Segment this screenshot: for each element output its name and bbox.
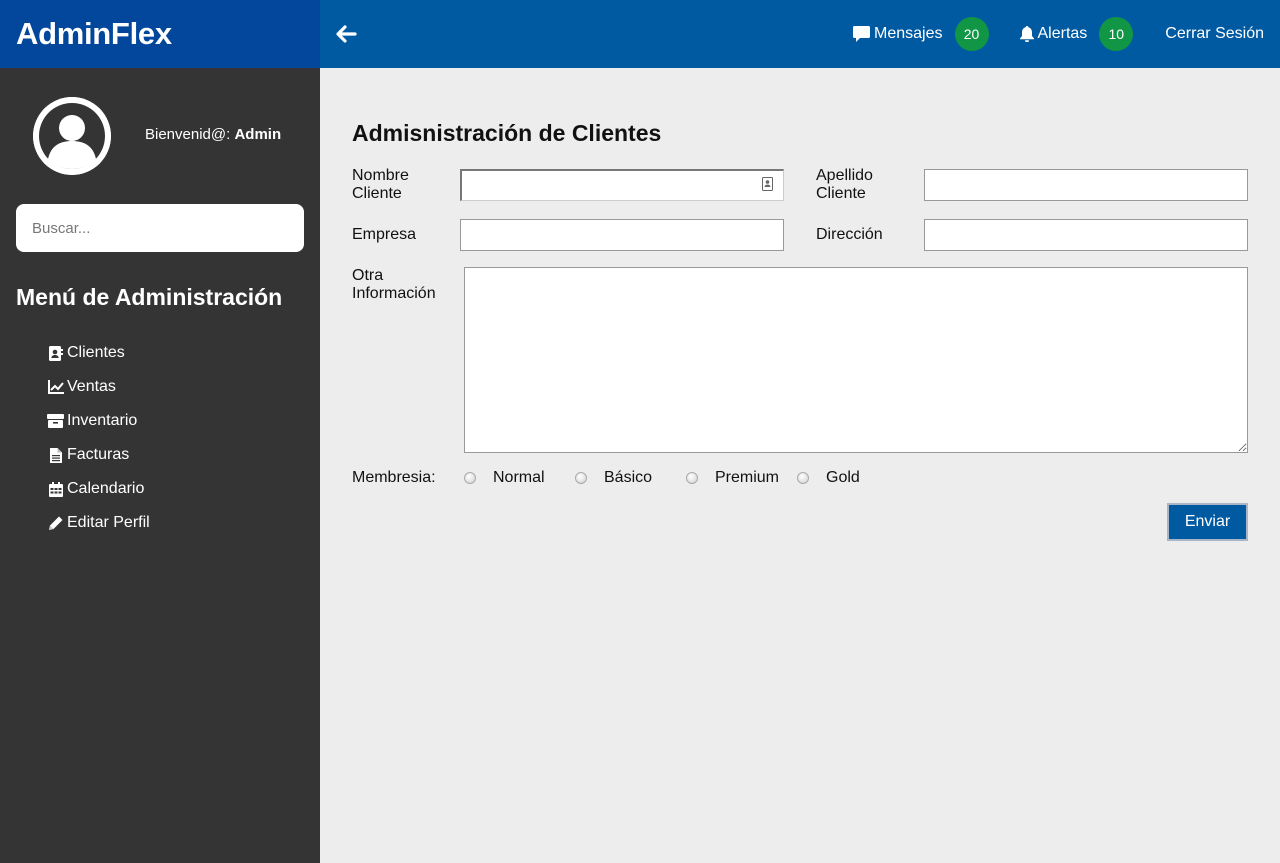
otra-label-line-1: Otra bbox=[352, 267, 384, 284]
profile-section: Bienvenid@: Admin bbox=[0, 68, 320, 186]
topbar: Mensajes 20 Alertas 10 Cerrar Sesión bbox=[320, 0, 1280, 68]
page-title: Admisnistración de Clientes bbox=[352, 120, 662, 146]
welcome-username: Admin bbox=[234, 126, 282, 143]
user-avatar-icon bbox=[33, 97, 111, 175]
otra-label-line-2: Información bbox=[352, 285, 436, 302]
menu-item-calendario[interactable]: Calendario bbox=[47, 472, 150, 506]
menu-item-label: Facturas bbox=[67, 446, 130, 463]
menu-item-label: Calendario bbox=[67, 480, 145, 497]
radio-label: Premium bbox=[715, 469, 780, 486]
contact-card-icon[interactable] bbox=[762, 177, 773, 191]
direccion-input[interactable] bbox=[924, 219, 1248, 251]
radio-normal[interactable]: Normal bbox=[464, 469, 545, 487]
menu-item-label: Clientes bbox=[67, 344, 125, 361]
chart-line-icon bbox=[47, 379, 64, 395]
apellido-label-line-2: Cliente bbox=[816, 185, 866, 202]
empresa-input[interactable] bbox=[460, 219, 784, 251]
radio-button[interactable] bbox=[575, 472, 587, 484]
alerts-count-badge: 10 bbox=[1099, 17, 1134, 51]
radio-label: Normal bbox=[493, 469, 545, 486]
avatar bbox=[33, 97, 111, 175]
comment-icon bbox=[853, 26, 871, 42]
admin-menu: Clientes Ventas Inventario Facturas Cale… bbox=[47, 336, 150, 540]
radio-premium[interactable]: Premium bbox=[686, 469, 779, 487]
sidebar: AdminFlex Bienvenid@: Admin Menú de Admi… bbox=[0, 0, 320, 863]
apellido-cliente-label: Apellido Cliente bbox=[816, 167, 873, 203]
radio-label: Gold bbox=[826, 469, 860, 486]
menu-item-label: Ventas bbox=[67, 378, 116, 395]
nombre-cliente-input[interactable] bbox=[460, 169, 784, 201]
otra-informacion-textarea[interactable] bbox=[464, 267, 1248, 453]
topbar-actions: Mensajes 20 Alertas 10 Cerrar Sesión bbox=[853, 0, 1264, 68]
welcome-text: Bienvenid@: Admin bbox=[145, 126, 281, 143]
welcome-greeting: Bienvenid@: bbox=[145, 126, 231, 143]
file-icon bbox=[47, 447, 64, 463]
logout-label: Cerrar Sesión bbox=[1165, 25, 1264, 42]
menu-title: Menú de Administración bbox=[16, 284, 283, 310]
radio-gold[interactable]: Gold bbox=[797, 469, 860, 487]
empresa-label: Empresa bbox=[352, 226, 417, 243]
brand-header: AdminFlex bbox=[0, 0, 320, 68]
box-icon bbox=[47, 413, 64, 429]
calendar-icon bbox=[47, 481, 64, 497]
radio-label: Básico bbox=[604, 469, 653, 486]
nombre-label-line-1: Nombre bbox=[352, 167, 409, 184]
menu-item-label: Inventario bbox=[67, 412, 138, 429]
radio-basico[interactable]: Básico bbox=[575, 469, 652, 487]
menu-item-facturas[interactable]: Facturas bbox=[47, 438, 150, 472]
radio-button[interactable] bbox=[464, 472, 476, 484]
radio-button[interactable] bbox=[686, 472, 698, 484]
nombre-cliente-label: Nombre Cliente bbox=[352, 167, 409, 203]
menu-item-ventas[interactable]: Ventas bbox=[47, 370, 150, 404]
menu-item-inventario[interactable]: Inventario bbox=[47, 404, 150, 438]
apellido-label-line-1: Apellido bbox=[816, 167, 873, 184]
nombre-label-line-2: Cliente bbox=[352, 185, 402, 202]
back-arrow-icon[interactable] bbox=[334, 22, 358, 46]
apellido-cliente-input[interactable] bbox=[924, 169, 1248, 201]
bell-icon bbox=[1019, 26, 1034, 42]
address-book-icon bbox=[47, 345, 64, 361]
pencil-icon bbox=[47, 515, 64, 531]
otra-informacion-label: Otra Información bbox=[352, 267, 436, 303]
messages-label: Mensajes bbox=[874, 25, 943, 42]
messages-link[interactable]: Mensajes 20 bbox=[853, 17, 989, 51]
menu-item-clientes[interactable]: Clientes bbox=[47, 336, 150, 370]
radio-button[interactable] bbox=[797, 472, 809, 484]
logout-link[interactable]: Cerrar Sesión bbox=[1165, 25, 1264, 43]
direccion-label: Dirección bbox=[816, 226, 883, 243]
alerts-link[interactable]: Alertas 10 bbox=[1019, 17, 1134, 51]
submit-button[interactable]: Enviar bbox=[1167, 503, 1248, 541]
messages-count-badge: 20 bbox=[954, 17, 989, 51]
alerts-label: Alertas bbox=[1037, 25, 1088, 42]
menu-item-label: Editar Perfil bbox=[67, 514, 150, 531]
menu-item-editar-perfil[interactable]: Editar Perfil bbox=[47, 506, 150, 540]
search-input[interactable] bbox=[16, 204, 304, 252]
membresia-label: Membresia: bbox=[352, 469, 436, 486]
brand-logo[interactable]: AdminFlex bbox=[16, 16, 172, 52]
